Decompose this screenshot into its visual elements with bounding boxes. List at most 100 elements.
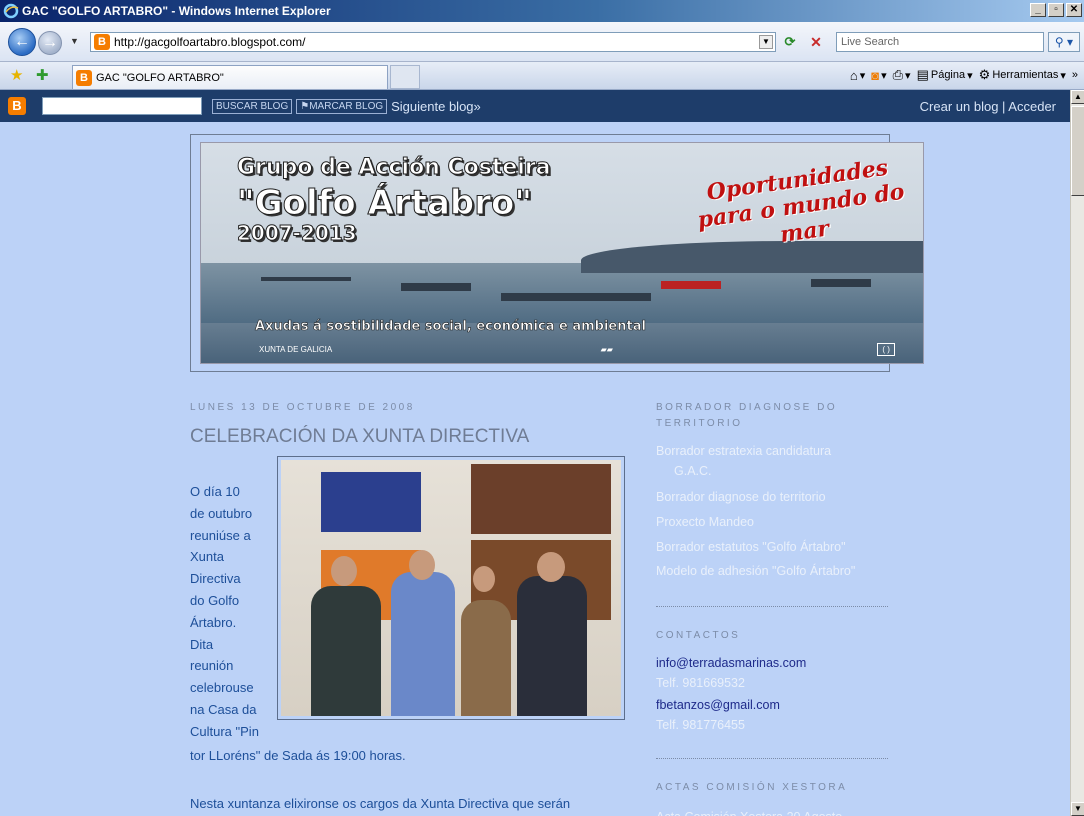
address-dropdown-icon[interactable]: ▼ bbox=[759, 35, 773, 49]
blogger-navbar: B BUSCAR BLOG ⚑MARCAR BLOG Siguiente blo… bbox=[0, 90, 1070, 122]
address-url[interactable]: http://gacgolfoartabro.blogspot.com/ bbox=[114, 35, 305, 49]
xunta-logo: XUNTA DE GALICIA bbox=[259, 344, 333, 354]
close-button[interactable]: ✕ bbox=[1066, 3, 1082, 17]
tab-row: ★ ✚ B GAC "GOLFO ARTABRO" ⌂ ▾ ◙ ▾ ⎙ ▾ ▤ Pági… bbox=[0, 62, 1084, 90]
person-head bbox=[409, 550, 435, 580]
banner-boat bbox=[501, 293, 651, 301]
post-line: celebrouse bbox=[190, 680, 254, 696]
banner-logo-box: ( ) bbox=[877, 342, 895, 356]
post-line: reunión bbox=[190, 658, 234, 674]
history-dropdown-icon[interactable]: ▼ bbox=[70, 36, 79, 46]
vertical-scrollbar[interactable]: ▲ ▼ bbox=[1070, 90, 1084, 816]
favorites-star-icon[interactable]: ★ bbox=[10, 66, 23, 84]
scroll-up-icon[interactable]: ▲ bbox=[1071, 90, 1084, 104]
home-button[interactable]: ⌂ ▾ bbox=[850, 68, 865, 83]
page-content: Grupo de Acción Costeira "Golfo Ártabro"… bbox=[0, 122, 1070, 816]
feeds-button[interactable]: ◙ ▾ bbox=[871, 68, 886, 83]
flag-blog-label: MARCAR BLOG bbox=[309, 100, 384, 112]
blogger-favicon-icon: B bbox=[94, 34, 110, 50]
restore-button[interactable]: ▫ bbox=[1048, 3, 1064, 17]
banner-line1: Grupo de Acción Costeira bbox=[237, 155, 552, 181]
back-button[interactable]: ← bbox=[8, 28, 36, 56]
sidebar-link[interactable]: Borrador estratexia candidatura bbox=[656, 442, 831, 460]
post-title[interactable]: CELEBRACIÓN DA XUNTA DIRECTIVA bbox=[190, 426, 529, 448]
search-input[interactable]: Live Search bbox=[836, 32, 1044, 52]
page-menu[interactable]: ▤ Página ▾ bbox=[917, 67, 973, 83]
add-favorites-icon[interactable]: ✚ bbox=[36, 66, 49, 84]
contact-email[interactable]: fbetanzos@gmail.com bbox=[656, 698, 780, 712]
blogger-logo-icon[interactable]: B bbox=[8, 97, 26, 115]
banner-boat bbox=[661, 281, 721, 289]
group-photo bbox=[281, 460, 621, 716]
post-line: do Golfo bbox=[190, 592, 240, 608]
command-bar: ⌂ ▾ ◙ ▾ ⎙ ▾ ▤ Página ▾ ⚙ Herramientas ▾ » bbox=[850, 67, 1078, 83]
person-head bbox=[331, 556, 357, 586]
header-banner-image[interactable]: Grupo de Acción Costeira "Golfo Ártabro"… bbox=[200, 142, 924, 364]
post-line: na Casa da bbox=[190, 701, 257, 717]
post-line: Xunta bbox=[190, 549, 224, 565]
tools-menu[interactable]: ⚙ Herramientas ▾ bbox=[979, 67, 1066, 83]
sidebar-section-title: CONTACTOS bbox=[656, 630, 741, 641]
stop-icon[interactable]: ✕ bbox=[806, 34, 826, 52]
ie-logo-icon bbox=[3, 3, 19, 19]
gear-icon: ⚙ bbox=[978, 67, 991, 82]
banner-boat bbox=[261, 277, 351, 281]
sidebar-link[interactable]: Borrador estatutos "Golfo Ártabro" bbox=[656, 538, 846, 556]
galicia-map-logo: ▰▰ bbox=[600, 344, 613, 354]
contact-email[interactable]: info@terradasmarinas.com bbox=[656, 656, 806, 670]
person bbox=[461, 600, 511, 716]
window-titlebar: GAC "GOLFO ARTABRO" - Windows Internet E… bbox=[0, 0, 1084, 22]
blog-search-input[interactable] bbox=[42, 97, 202, 115]
print-button[interactable]: ⎙ ▾ bbox=[893, 67, 911, 83]
banner-logos: XUNTA DE GALICIA ▰▰ ( ) bbox=[255, 339, 895, 359]
banner-boat bbox=[401, 283, 471, 291]
post-next-paragraph: Nesta xuntanza elixironse os cargos da X… bbox=[190, 796, 571, 811]
banner-line2: "Golfo Ártabro" bbox=[236, 183, 533, 224]
tab-active[interactable]: B GAC "GOLFO ARTABRO" bbox=[72, 65, 388, 89]
search-button[interactable]: ⚲ ▾ bbox=[1048, 32, 1080, 52]
page-menu-label: Página bbox=[930, 69, 966, 81]
banner-line3: 2007-2013 bbox=[237, 221, 358, 246]
address-bar-row: ← → ▼ B http://gacgolfoartabro.blogspot.… bbox=[0, 22, 1084, 62]
post-line: O día 10 bbox=[190, 484, 240, 499]
banner-tagline: Axudas á sostibilidade social, económica… bbox=[255, 319, 647, 335]
post-body-wrapped: O día 10 de outubro reuniúse a Xunta Dir… bbox=[190, 481, 276, 743]
rss-icon: ◙ bbox=[871, 67, 880, 83]
sidebar-link[interactable]: G.A.C. bbox=[656, 462, 712, 480]
person bbox=[311, 586, 381, 716]
post-line: Dita bbox=[190, 636, 214, 652]
sidebar-divider bbox=[656, 758, 888, 759]
tab-favicon-icon: B bbox=[76, 69, 92, 86]
contact-phone: Telf. 981776455 bbox=[656, 718, 745, 732]
flag-blog-button[interactable]: ⚑MARCAR BLOG bbox=[296, 98, 388, 114]
sidebar-link[interactable]: Modelo de adhesión "Golfo Ártabro" bbox=[656, 562, 855, 580]
post-line: Cultura "Pin bbox=[190, 723, 259, 739]
tools-menu-label: Herramientas bbox=[992, 69, 1059, 81]
post-line: Directiva bbox=[190, 571, 241, 587]
chevron-more-icon[interactable]: » bbox=[1072, 69, 1078, 81]
sidebar-link[interactable]: Proxecto Mandeo bbox=[656, 513, 754, 531]
search-blog-button[interactable]: BUSCAR BLOG bbox=[212, 98, 293, 114]
contact-phone: Telf. 981669532 bbox=[656, 676, 745, 690]
create-blog-login-link[interactable]: Crear un blog | Acceder bbox=[920, 99, 1056, 114]
home-icon: ⌂ bbox=[849, 67, 858, 83]
post-line: Ártabro. bbox=[190, 614, 237, 630]
forward-button[interactable]: → bbox=[38, 31, 62, 55]
sidebar-section-title: ACTAS COMISIÓN XESTORA bbox=[656, 782, 848, 793]
post-photo[interactable] bbox=[277, 456, 625, 720]
person-head bbox=[473, 566, 495, 592]
scroll-thumb[interactable] bbox=[1071, 106, 1084, 196]
next-blog-link[interactable]: Siguiente blog» bbox=[391, 99, 481, 114]
scroll-down-icon[interactable]: ▼ bbox=[1071, 802, 1084, 816]
banner-boat bbox=[811, 279, 871, 287]
post-line: reuniúse a bbox=[190, 527, 251, 543]
sidebar-link[interactable]: Acta Comisión Xestora 20 Agosto bbox=[656, 808, 842, 816]
new-tab-button[interactable] bbox=[390, 65, 420, 89]
refresh-icon[interactable]: ⟳ bbox=[780, 34, 800, 52]
window-title: GAC "GOLFO ARTABRO" - Windows Internet E… bbox=[22, 4, 331, 18]
address-field[interactable]: B http://gacgolfoartabro.blogspot.com/ ▼ bbox=[90, 32, 776, 52]
sidebar-link[interactable]: Borrador diagnose do territorio bbox=[656, 488, 826, 506]
minimize-button[interactable]: _ bbox=[1030, 3, 1046, 17]
page-icon: ▤ bbox=[916, 67, 929, 82]
person bbox=[391, 572, 455, 716]
